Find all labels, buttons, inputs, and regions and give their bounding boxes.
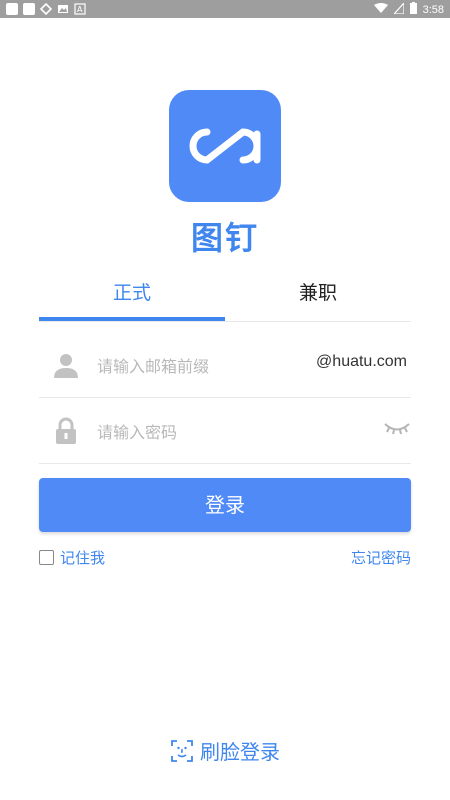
remember-me-label[interactable]: 记住我 [60,547,105,568]
text-icon: A [74,3,86,15]
tab-parttime[interactable]: 兼职 [225,271,411,319]
face-scan-icon [171,739,193,762]
svg-text:A: A [77,5,83,14]
login-button[interactable]: 登录 [39,478,411,532]
signal-icon [392,0,405,17]
sync-icon [40,3,52,15]
status-bar: A 3:58 [0,0,450,18]
image-icon [57,3,69,15]
login-type-tabs: 正式 兼职 [39,271,411,322]
password-input-placeholder[interactable]: 请输入密码 [97,419,177,443]
user-icon [54,354,78,378]
status-bar-notifications: A [6,3,86,15]
face-login-button[interactable]: 刷脸登录 [0,736,450,765]
status-bar-system: 3:58 [373,0,444,17]
eye-closed-icon[interactable] [383,421,411,435]
tab-fulltime[interactable]: 正式 [39,271,225,319]
notification-icon [23,3,35,15]
clock: 3:58 [422,3,444,16]
active-tab-indicator [39,317,225,321]
email-input-placeholder[interactable]: 请输入邮箱前缀 [97,353,209,377]
battery-icon [409,2,417,17]
wifi-icon [373,2,388,17]
forgot-password-link[interactable]: 忘记密码 [351,547,411,568]
email-domain-suffix: @huatu.com [316,353,407,370]
infinity-logo-icon [189,128,261,164]
lock-icon [56,417,76,444]
app-name: 图钉 [190,219,259,257]
email-field[interactable]: 请输入邮箱前缀 @huatu.com [39,331,411,398]
app-logo [169,90,281,202]
remember-me-checkbox[interactable] [39,550,54,565]
remember-me[interactable]: 记住我 [39,547,105,568]
notification-icon [6,3,18,15]
password-field[interactable]: 请输入密码 [39,397,411,464]
face-login-label[interactable]: 刷脸登录 [200,736,280,765]
